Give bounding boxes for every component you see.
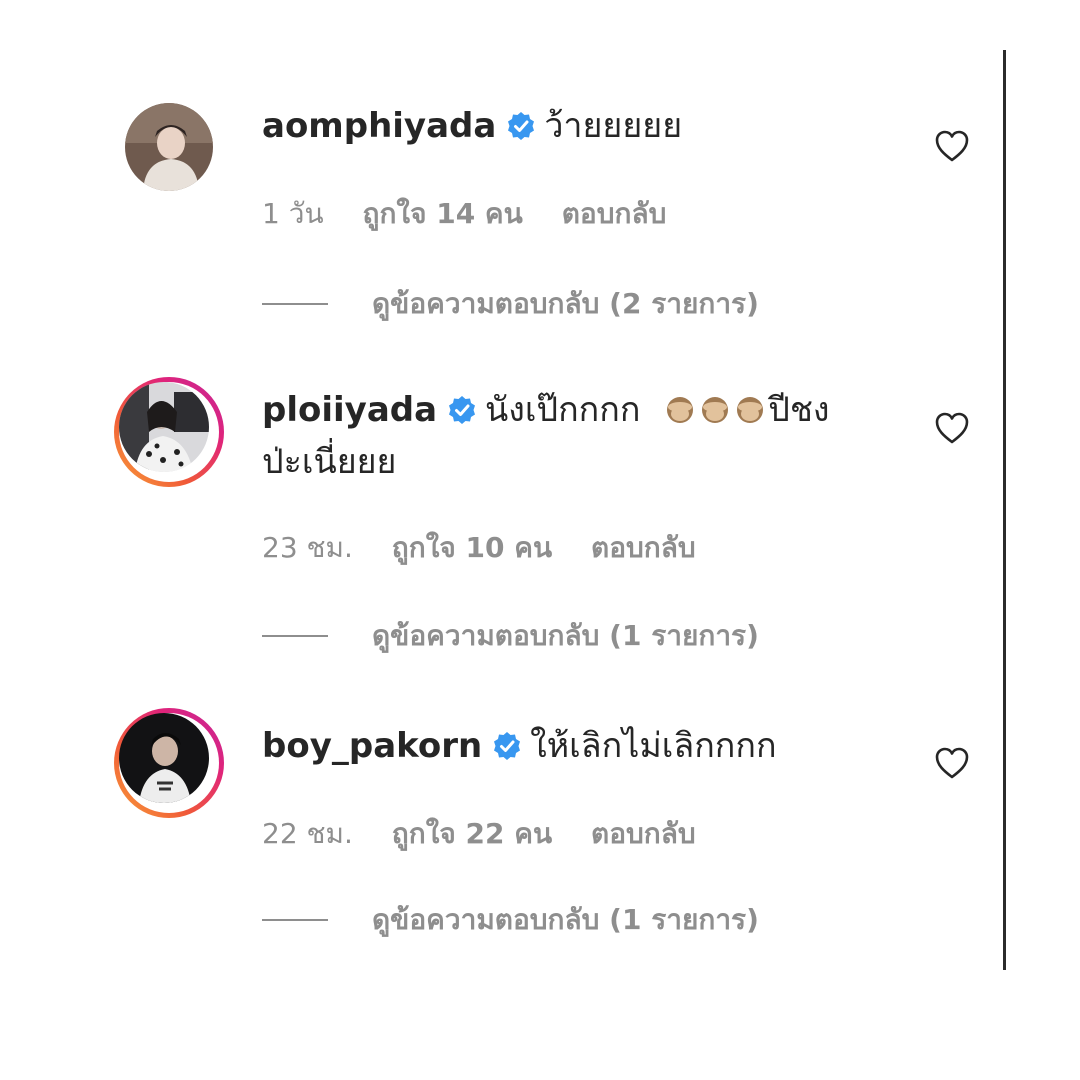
see-no-evil-monkey-icon (737, 397, 764, 423)
likes-count[interactable]: ถูกใจ 14 คน (362, 197, 522, 230)
view-replies-button[interactable]: ดูข้อความตอบกลับ (1 รายการ) (262, 614, 759, 658)
likes-count[interactable]: ถูกใจ 10 คน (392, 531, 552, 564)
see-no-evil-monkey-icon (667, 397, 694, 423)
avatar-image (125, 103, 213, 191)
comment-text: ploiiyada นังเป๊กกกก ปีชง (262, 384, 830, 436)
comment-meta: 23 ชม. ถูกใจ 10 คน ตอบกลับ (262, 526, 726, 570)
avatar[interactable] (114, 377, 224, 487)
replies-dash (262, 919, 328, 921)
verified-badge-icon (508, 112, 535, 140)
comment-time: 22 ชม. (262, 817, 353, 850)
verified-badge-icon (449, 396, 476, 424)
comment-body: ให้เลิกไม่เลิกกกก (530, 726, 777, 766)
avatar-image (119, 382, 209, 472)
scrollbar-edge (1003, 50, 1006, 970)
view-replies-label: ดูข้อความตอบกลับ (2 รายการ) (372, 287, 759, 320)
avatar[interactable] (125, 103, 213, 191)
replies-dash (262, 303, 328, 305)
comment-text: boy_pakorn ให้เลิกไม่เลิกกกก (262, 720, 777, 772)
comment-body: นังเป๊กกกก (485, 390, 641, 430)
heart-icon[interactable] (934, 746, 970, 780)
comment-body-line2: ป่ะเนี่ยยย (262, 442, 397, 482)
username-link[interactable]: ploiiyada (262, 390, 437, 430)
comment-body: ว้ายยยยย (544, 106, 683, 146)
replies-dash (262, 635, 328, 637)
reply-button[interactable]: ตอบกลับ (562, 197, 667, 230)
reply-button[interactable]: ตอบกลับ (591, 531, 696, 564)
view-replies-label: ดูข้อความตอบกลับ (1 รายการ) (372, 903, 759, 936)
see-no-evil-monkey-icon (702, 397, 729, 423)
likes-count[interactable]: ถูกใจ 22 คน (392, 817, 552, 850)
view-replies-button[interactable]: ดูข้อความตอบกลับ (1 รายการ) (262, 898, 759, 942)
view-replies-label: ดูข้อความตอบกลับ (1 รายการ) (372, 619, 759, 652)
comment-body-continued: ปีชง (768, 390, 830, 430)
view-replies-button[interactable]: ดูข้อความตอบกลับ (2 รายการ) (262, 282, 759, 326)
avatar-image (119, 713, 209, 803)
comment-meta: 1 วัน ถูกใจ 14 คน ตอบกลับ (262, 192, 696, 236)
reply-button[interactable]: ตอบกลับ (591, 817, 696, 850)
comment-time: 23 ชม. (262, 531, 353, 564)
username-link[interactable]: aomphiyada (262, 106, 496, 146)
username-link[interactable]: boy_pakorn (262, 726, 482, 766)
verified-badge-icon (494, 732, 521, 760)
avatar[interactable] (114, 708, 224, 818)
comment-text: aomphiyada ว้ายยยยย (262, 100, 682, 152)
comment-text-line2: ป่ะเนี่ยยย (262, 436, 396, 488)
comment-time: 1 วัน (262, 197, 324, 230)
heart-icon[interactable] (934, 411, 970, 445)
comment-meta: 22 ชม. ถูกใจ 22 คน ตอบกลับ (262, 812, 726, 856)
heart-icon[interactable] (934, 129, 970, 163)
